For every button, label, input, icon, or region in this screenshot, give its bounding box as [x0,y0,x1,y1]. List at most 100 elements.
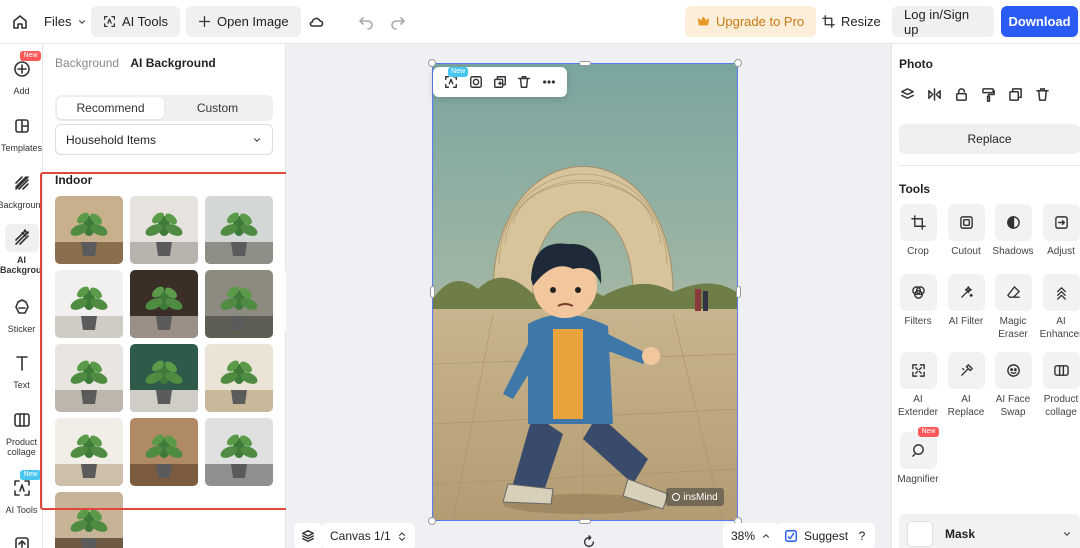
tool-shadows[interactable]: Shadows [989,204,1037,258]
tool-filters[interactable]: Filters [894,274,942,328]
resize-handle[interactable] [428,59,436,67]
rail-item-templates[interactable]: Templates [0,112,42,153]
cloud-button[interactable] [296,6,336,37]
tool-label: Magnifier [897,474,939,485]
background-thumbnail[interactable] [55,196,123,264]
undo-icon [358,14,374,30]
tool-adjust[interactable]: Adjust [1037,204,1080,258]
resize-button[interactable]: Resize [810,6,893,37]
background-thumbnail[interactable] [205,344,273,412]
delete-toolbar-button[interactable] [517,75,531,89]
rail-label: AI Background [0,255,42,275]
trash-icon[interactable] [1035,87,1050,102]
image-floating-toolbar: New [433,67,567,97]
tool-label: Cutout [951,246,981,257]
breadcrumb-parent[interactable]: Background [55,56,119,70]
tool-crop[interactable]: Crop [894,204,942,258]
tool-extender[interactable]: AI Extender [894,352,942,419]
download-button[interactable]: Download [1001,6,1078,37]
artboard-image[interactable] [432,63,738,521]
tool-enhancer[interactable]: AI Enhancer [1037,274,1080,341]
mask-label: Mask [945,527,976,541]
ai-scan-icon [13,479,31,497]
background-thumbnail[interactable] [55,492,123,548]
background-thumbnail[interactable] [205,270,273,338]
ai-tools-button[interactable]: AI Tools [91,6,181,37]
zoom-control[interactable]: 38% [723,523,780,548]
canvas-selector[interactable]: Canvas 1/1 [322,523,415,548]
open-image-label: Open Image [217,14,289,29]
rail-label: Text [13,380,30,390]
tool-magnifier[interactable]: New Magnifier [894,427,942,486]
tool-label: Magic Eraser [998,316,1028,340]
background-thumbnail[interactable] [130,196,198,264]
rail-item-ai-background[interactable]: AI Background [0,224,42,275]
upgrade-button[interactable]: Upgrade to Pro [685,6,817,37]
tool-face-swap[interactable]: AI Face Swap [989,352,1037,419]
tool-label: AI Face Swap [995,394,1031,418]
rail-item-add[interactable]: New Add [0,51,42,96]
background-thumbnail[interactable] [130,418,198,486]
rail-item-background[interactable]: Background [0,169,42,210]
resize-handle[interactable] [428,517,436,525]
rail-item-product-collage[interactable]: Product collage [0,406,42,457]
layers-order-icon[interactable] [900,87,915,102]
lock-icon[interactable] [954,87,969,102]
flip-icon[interactable] [927,87,942,102]
open-image-button[interactable]: Open Image [186,6,301,37]
adjust-icon [1042,204,1080,241]
replace-button[interactable]: Replace [899,124,1080,154]
category-select[interactable]: Household Items [55,124,273,155]
tool-eraser[interactable]: Magic Eraser [989,274,1037,341]
tool-replace[interactable]: AI Replace [942,352,990,419]
background-thumbnail[interactable] [130,270,198,338]
mask-row[interactable]: Mask [899,514,1080,548]
chevron-down-icon [252,135,262,145]
resize-handle[interactable] [734,59,742,67]
rail-item-ai-tools[interactable]: New AI Tools [0,470,42,515]
cutout-icon [947,204,985,241]
files-menu[interactable]: Files [32,6,99,37]
background-thumbnail[interactable] [55,344,123,412]
right-panel: Photo Replace Tools Crop Cutout Shadows Adj… [891,44,1080,548]
rail-item-text[interactable]: Text [0,349,42,390]
background-thumbnail[interactable] [205,418,273,486]
tool-label: AI Filter [948,316,984,327]
redo-button[interactable] [378,6,418,37]
resize-handle[interactable] [430,286,435,298]
rail-item-sticker[interactable]: Sticker [0,293,42,334]
tool-collage[interactable]: Product collage [1037,352,1080,419]
tab-custom[interactable]: Custom [164,97,271,119]
templates-icon [13,117,31,135]
cutout-toolbar-button[interactable] [469,75,483,89]
resize-handle[interactable] [579,519,591,524]
resize-handle[interactable] [579,61,591,66]
suggest-button[interactable]: Suggest [776,523,857,548]
duplicate-icon[interactable] [1008,87,1023,102]
ai-tools-label: AI Tools [122,14,169,29]
resize-handle[interactable] [736,286,741,298]
layers-button[interactable] [294,523,322,548]
tab-recommend[interactable]: Recommend [57,97,164,119]
rail-item-upload[interactable] [0,530,42,548]
background-thumbnail[interactable] [55,270,123,338]
background-thumbnail[interactable] [130,344,198,412]
tool-cutout[interactable]: Cutout [942,204,990,258]
rotate-handle[interactable] [580,533,598,548]
duplicate-toolbar-button[interactable] [493,75,507,89]
paint-roller-icon[interactable] [981,87,996,102]
more-toolbar-button[interactable] [542,75,556,89]
section-title: Indoor [55,173,93,187]
help-label: ? [858,529,866,543]
rotate-icon [582,535,596,548]
tool-label: Shadows [992,246,1034,257]
ai-tools-toolbar-button[interactable]: New [444,67,469,89]
background-thumbnail[interactable] [205,196,273,264]
help-button[interactable]: ? [849,523,875,548]
new-badge: New [20,470,41,480]
collage-icon [1042,352,1080,389]
collage-icon [13,411,31,429]
tool-ai-filter[interactable]: AI Filter [942,274,990,328]
login-button[interactable]: Log in/Sign up [892,6,994,37]
background-thumbnail[interactable] [55,418,123,486]
